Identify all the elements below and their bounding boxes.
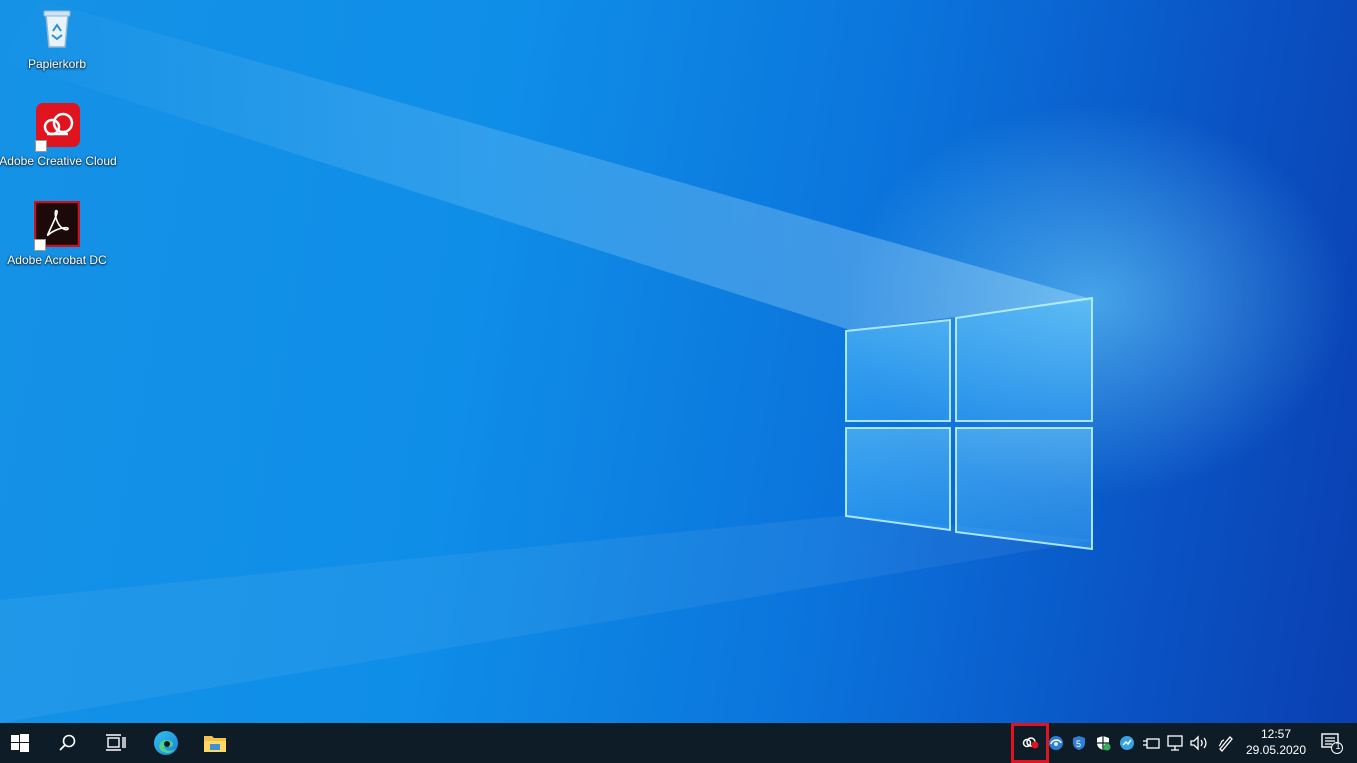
start-button[interactable] — [0, 723, 40, 763]
shortcut-arrow-icon — [34, 239, 46, 251]
defender-tray-icon — [1097, 736, 1111, 751]
recycle-bin-icon — [34, 5, 80, 51]
clock-time: 12:57 — [1260, 727, 1292, 741]
network-icon — [1167, 735, 1183, 751]
taskbar-clock[interactable]: 12:57 29.05.2020 — [1238, 726, 1314, 758]
clock-date: 29.05.2020 — [1245, 743, 1307, 757]
tray-highlight-box — [1011, 723, 1049, 763]
power-plug-tray-button[interactable] — [1141, 733, 1161, 753]
task-view-icon — [106, 734, 126, 751]
defender-tray-button[interactable] — [1093, 733, 1113, 753]
desktop-icon-recycle-bin[interactable]: Papierkorb — [0, 5, 116, 71]
search-button[interactable] — [48, 723, 88, 763]
edge-icon — [154, 731, 178, 755]
acrobat-icon — [33, 200, 81, 251]
task-view-button[interactable] — [96, 723, 136, 763]
creative-cloud-icon — [35, 102, 81, 152]
network-tray-button[interactable] — [1165, 733, 1185, 753]
creative-cloud-label: Adobe Creative Cloud — [0, 154, 117, 168]
search-icon — [59, 734, 76, 751]
svg-text:5: 5 — [1076, 739, 1081, 749]
acrobat-label: Adobe Acrobat DC — [7, 253, 107, 267]
sync-tray-icon — [1120, 736, 1134, 750]
edge-taskbar-button[interactable] — [146, 723, 186, 763]
windows-logo-wallpaper — [0, 0, 1095, 723]
pen-tray-button[interactable] — [1216, 733, 1236, 753]
desktop-icon-creative-cloud[interactable]: Adobe Creative Cloud — [0, 102, 117, 168]
notification-count: 1 — [1335, 741, 1341, 751]
file-explorer-icon — [204, 736, 226, 752]
browser-tray-icon — [1049, 736, 1063, 750]
volume-tray-button[interactable] — [1189, 733, 1209, 753]
desktop-background[interactable]: Papierkorb Adobe Creative Cloud Adobe Ac… — [0, 0, 1357, 723]
windows-start-icon — [11, 734, 29, 752]
browser-tray-button[interactable] — [1046, 733, 1066, 753]
taskbar: 5 12:57 29.05.2020 1 — [0, 723, 1357, 763]
sync-tray-button[interactable] — [1117, 733, 1137, 753]
volume-icon — [1190, 735, 1207, 751]
power-plug-icon — [1143, 738, 1160, 749]
file-explorer-taskbar-button[interactable] — [195, 723, 235, 763]
recycle-bin-label: Papierkorb — [27, 57, 87, 71]
desktop-icon-acrobat[interactable]: Adobe Acrobat DC — [0, 200, 116, 267]
shortcut-arrow-icon — [35, 140, 47, 152]
shield-tray-button[interactable]: 5 — [1069, 733, 1089, 753]
action-center-button[interactable]: 1 — [1320, 732, 1344, 754]
shield-tray-icon: 5 — [1073, 736, 1085, 750]
pen-icon — [1218, 736, 1233, 752]
